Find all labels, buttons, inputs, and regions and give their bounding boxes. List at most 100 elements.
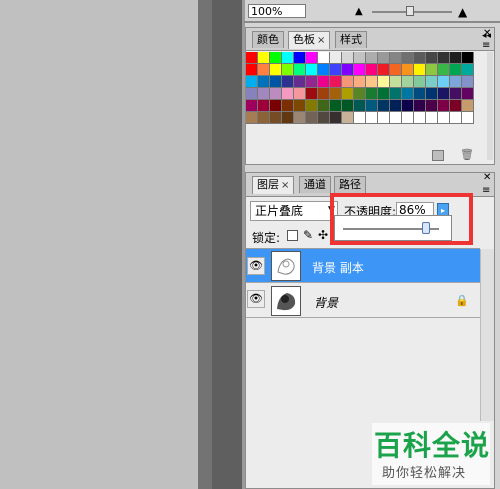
color-swatch[interactable] — [390, 64, 402, 76]
color-swatch[interactable] — [426, 52, 438, 64]
color-swatch[interactable] — [390, 52, 402, 64]
color-swatch[interactable] — [438, 88, 450, 100]
color-swatch[interactable] — [330, 112, 342, 124]
close-icon[interactable]: × — [281, 180, 289, 191]
color-swatch[interactable] — [306, 52, 318, 64]
panel-menu-icon[interactable]: ≡ — [482, 40, 490, 51]
color-swatch[interactable] — [390, 100, 402, 112]
color-swatch[interactable] — [426, 112, 438, 124]
color-swatch[interactable] — [342, 64, 354, 76]
blend-mode-select[interactable]: 正片叠底 — [250, 201, 338, 221]
layer-name[interactable]: 背景 副本 — [312, 259, 364, 276]
color-swatch[interactable] — [450, 100, 462, 112]
color-swatch[interactable] — [390, 112, 402, 124]
color-swatch[interactable] — [462, 64, 474, 76]
color-swatch[interactable] — [366, 100, 378, 112]
color-swatch[interactable] — [270, 76, 282, 88]
color-swatch[interactable] — [426, 100, 438, 112]
color-swatch[interactable] — [246, 112, 258, 124]
tab-styles[interactable]: 样式 — [335, 31, 367, 48]
close-icon[interactable]: × — [317, 35, 325, 46]
color-swatch[interactable] — [318, 88, 330, 100]
color-swatch[interactable] — [330, 100, 342, 112]
color-swatch[interactable] — [258, 52, 270, 64]
panel-close-icon[interactable]: ✕ — [483, 172, 491, 183]
color-swatch[interactable] — [306, 112, 318, 124]
color-swatch[interactable] — [318, 64, 330, 76]
color-swatch[interactable] — [270, 112, 282, 124]
color-swatch[interactable] — [258, 100, 270, 112]
color-swatch[interactable] — [450, 76, 462, 88]
color-swatch[interactable] — [378, 76, 390, 88]
color-swatch[interactable] — [366, 64, 378, 76]
color-swatch[interactable] — [306, 88, 318, 100]
color-swatch[interactable] — [294, 88, 306, 100]
color-swatch[interactable] — [306, 64, 318, 76]
color-swatch[interactable] — [318, 100, 330, 112]
color-swatch[interactable] — [438, 52, 450, 64]
color-swatch[interactable] — [366, 88, 378, 100]
swatches-scrollbar[interactable] — [487, 52, 493, 160]
eye-icon[interactable]: 👁 — [247, 290, 265, 308]
color-swatch[interactable] — [282, 52, 294, 64]
color-swatch[interactable] — [462, 112, 474, 124]
color-swatch[interactable] — [366, 112, 378, 124]
color-swatch[interactable] — [294, 100, 306, 112]
panel-menu-icon[interactable]: ≡ — [482, 185, 490, 196]
color-swatch[interactable] — [270, 88, 282, 100]
color-swatch[interactable] — [342, 76, 354, 88]
canvas-area[interactable] — [0, 0, 198, 489]
zoom-out-icon[interactable]: ▲ — [355, 6, 363, 17]
lock-move-icon[interactable]: ✣ — [318, 228, 328, 242]
color-swatch[interactable] — [402, 112, 414, 124]
color-swatch[interactable] — [342, 100, 354, 112]
color-swatch[interactable] — [402, 88, 414, 100]
color-swatch[interactable] — [390, 76, 402, 88]
color-swatch[interactable] — [246, 52, 258, 64]
color-swatch[interactable] — [318, 52, 330, 64]
zoom-in-icon[interactable]: ▲ — [458, 5, 467, 19]
color-swatch[interactable] — [450, 64, 462, 76]
color-swatch[interactable] — [342, 88, 354, 100]
color-swatch[interactable] — [450, 52, 462, 64]
color-swatch[interactable] — [378, 52, 390, 64]
panel-close-icon[interactable]: ✕ — [483, 28, 491, 39]
color-swatch[interactable] — [402, 52, 414, 64]
color-swatch[interactable] — [258, 88, 270, 100]
color-swatch[interactable] — [294, 52, 306, 64]
tab-channels[interactable]: 通道 — [299, 176, 331, 193]
color-swatch[interactable] — [438, 100, 450, 112]
color-swatch[interactable] — [438, 76, 450, 88]
color-swatch[interactable] — [318, 112, 330, 124]
color-swatch[interactable] — [258, 64, 270, 76]
color-swatch[interactable] — [294, 112, 306, 124]
color-swatch[interactable] — [354, 112, 366, 124]
color-swatch[interactable] — [402, 76, 414, 88]
color-swatch[interactable] — [378, 112, 390, 124]
color-swatch[interactable] — [414, 64, 426, 76]
color-swatch[interactable] — [282, 112, 294, 124]
color-swatch[interactable] — [462, 88, 474, 100]
color-swatch[interactable] — [402, 100, 414, 112]
trash-icon[interactable]: 🗑 — [460, 148, 474, 161]
tab-swatches[interactable]: 色板 × — [288, 31, 331, 49]
color-swatch[interactable] — [354, 64, 366, 76]
color-swatch[interactable] — [258, 76, 270, 88]
new-swatch-icon[interactable] — [432, 150, 444, 161]
color-swatch[interactable] — [450, 88, 462, 100]
color-swatch[interactable] — [294, 76, 306, 88]
color-swatch[interactable] — [414, 88, 426, 100]
color-swatch[interactable] — [354, 52, 366, 64]
color-swatch[interactable] — [462, 100, 474, 112]
color-swatch[interactable] — [450, 112, 462, 124]
zoom-field[interactable]: 100% — [248, 4, 306, 18]
color-swatch[interactable] — [390, 88, 402, 100]
layer-thumbnail[interactable] — [271, 286, 301, 316]
zoom-slider-knob[interactable] — [406, 6, 414, 16]
color-swatch[interactable] — [414, 76, 426, 88]
color-swatch[interactable] — [438, 112, 450, 124]
color-swatch[interactable] — [366, 76, 378, 88]
color-swatch[interactable] — [246, 88, 258, 100]
color-swatch[interactable] — [354, 88, 366, 100]
color-swatch[interactable] — [462, 76, 474, 88]
